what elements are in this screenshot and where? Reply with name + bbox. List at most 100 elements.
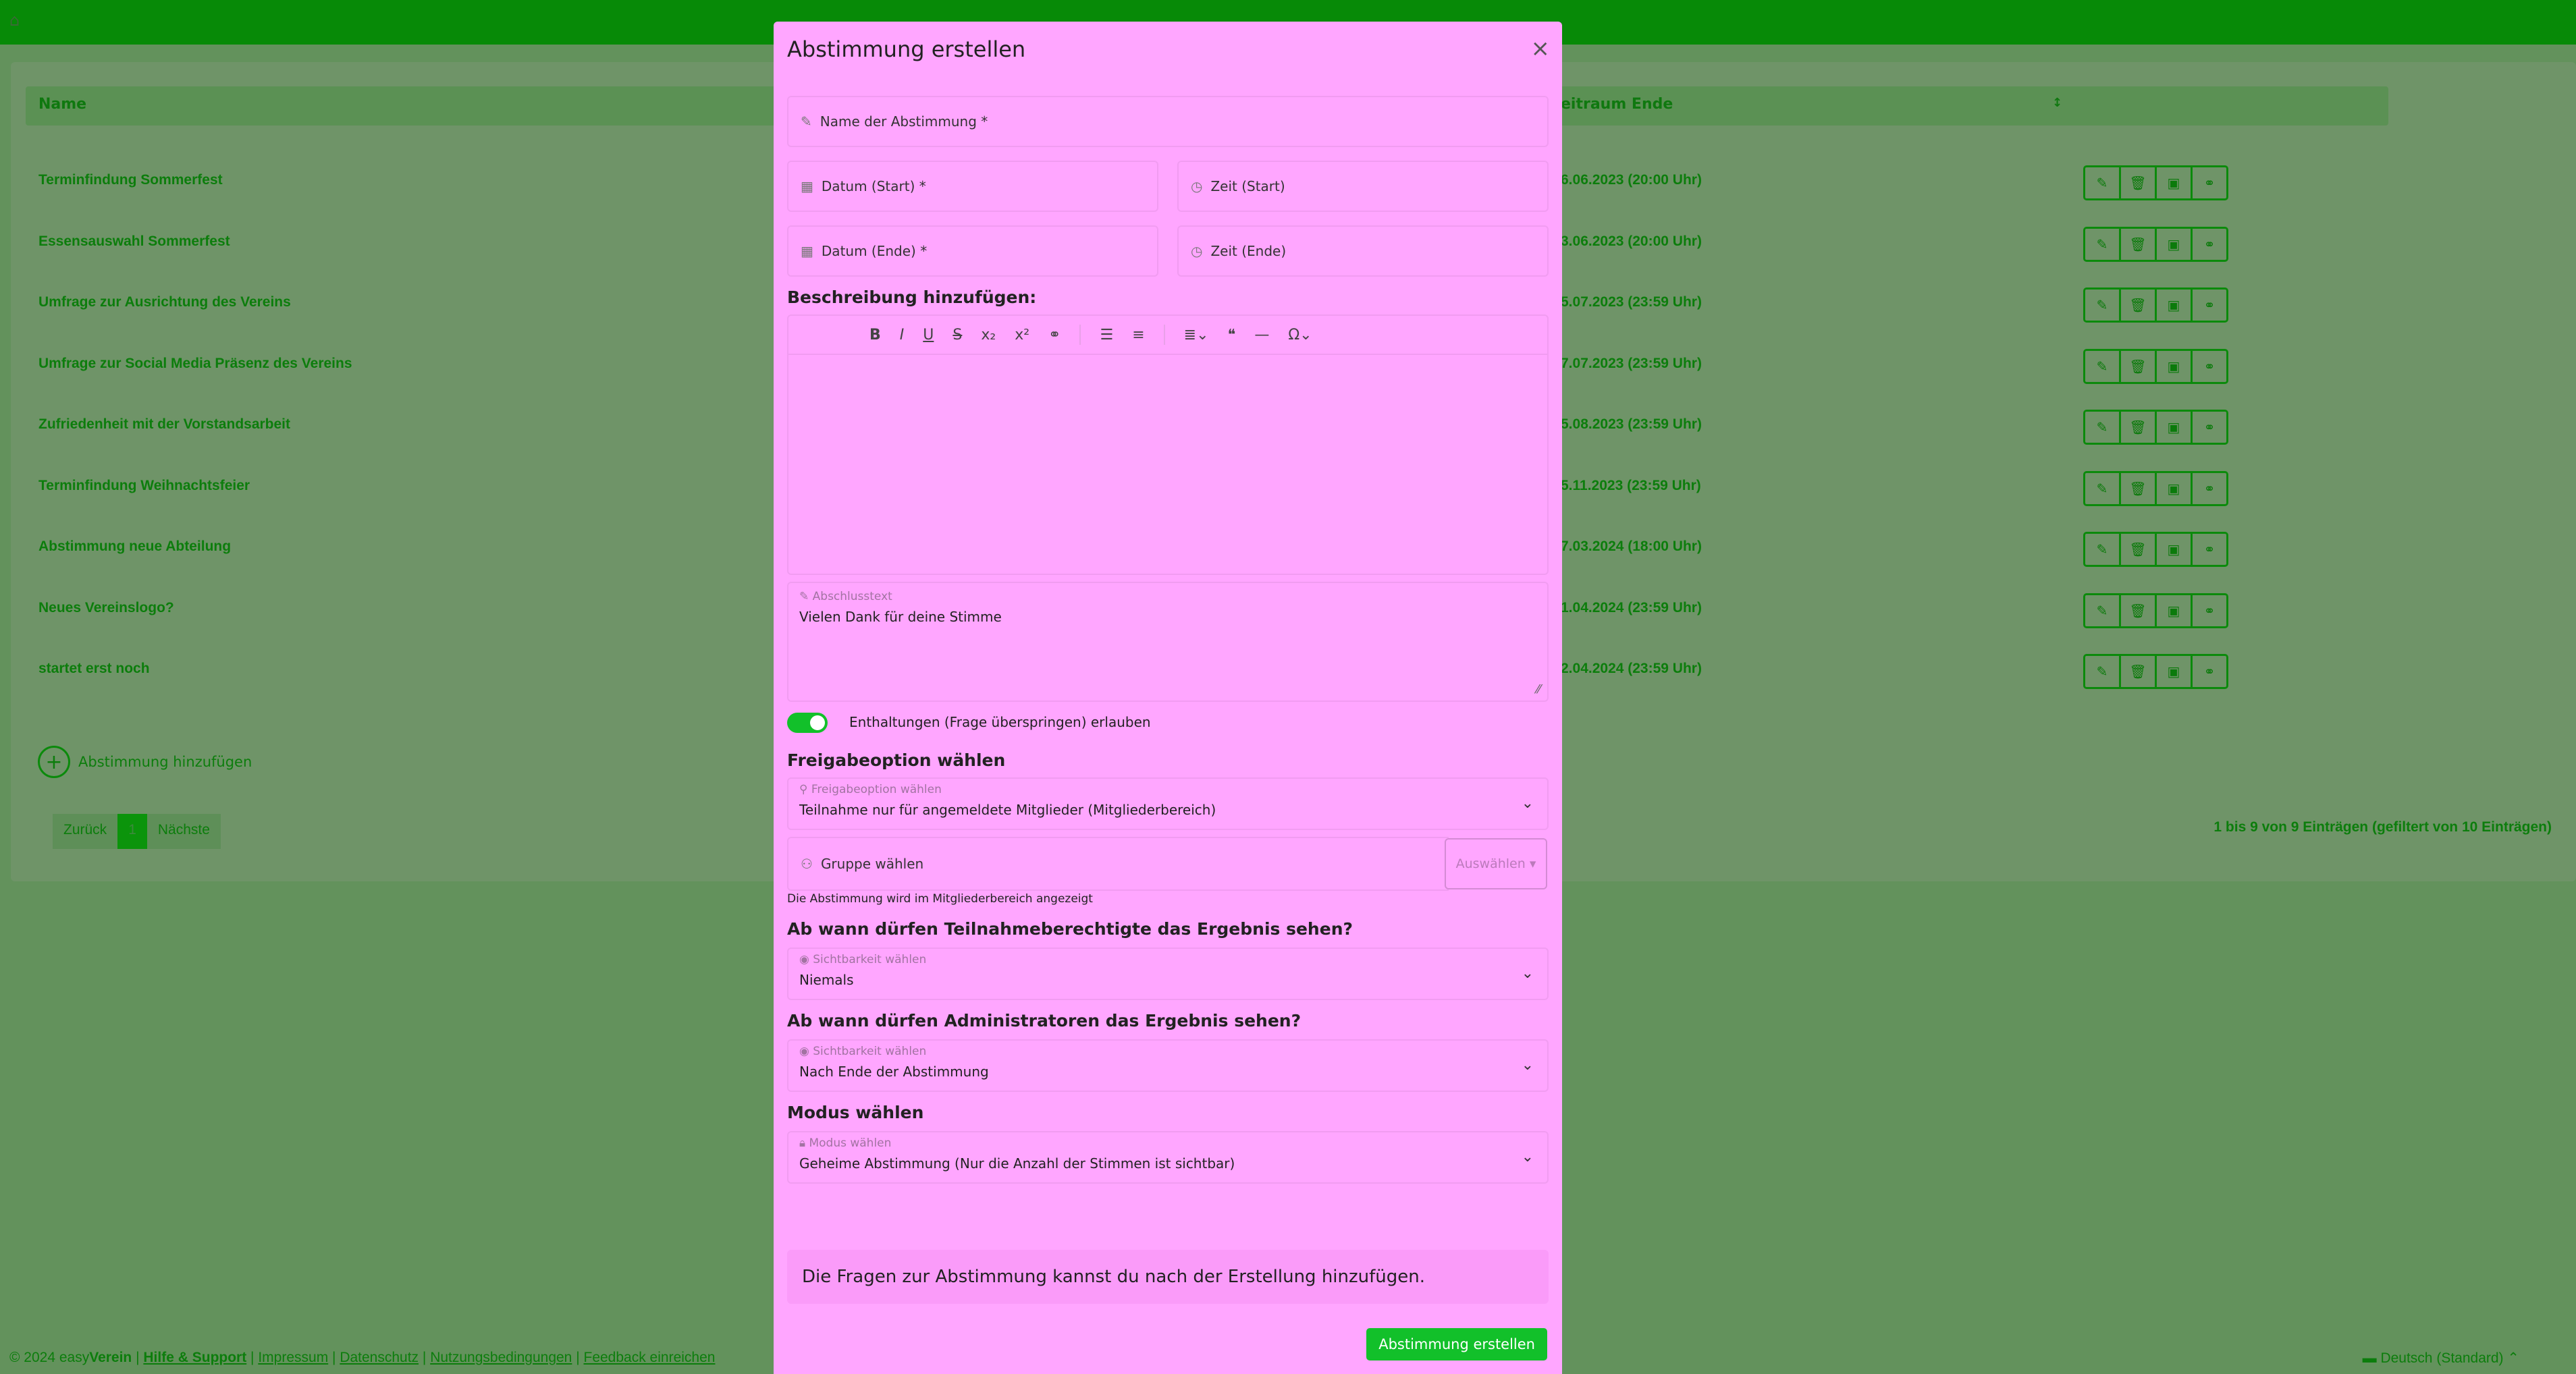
table-row-name[interactable]: Zufriedenheit mit der Vorstandsarbeit <box>38 416 290 433</box>
footer-link-terms[interactable]: Nutzungsbedingungen <box>430 1350 572 1365</box>
participants-visibility-select[interactable]: ◉ Sichtbarkeit wählen Niemals ⌄ <box>787 947 1549 1000</box>
table-row-name[interactable]: startet erst noch <box>38 661 150 677</box>
language-selector[interactable]: ▬ Deutsch (Standard) ⌃ <box>2363 1350 2519 1367</box>
table-row-name[interactable]: Terminfindung Sommerfest <box>38 172 223 188</box>
current-page-button[interactable]: 1 <box>117 814 147 849</box>
rich-text-editor[interactable]: B I U S x₂ x² ⚭ ☰ ≡ ≣⌄ ❝ — Ω⌄ <box>787 314 1549 575</box>
table-row-name[interactable]: Essensauswahl Sommerfest <box>38 233 230 250</box>
chart-icon[interactable]: ▣ <box>2155 470 2193 506</box>
footer-link-impressum[interactable]: Impressum <box>258 1350 328 1365</box>
trash-icon[interactable]: 🗑︎ <box>2119 226 2157 262</box>
closing-text-value: Vielen Dank für deine Stimme <box>799 609 1002 625</box>
link-icon[interactable]: ⚭ <box>2191 287 2228 323</box>
footer-link-feedback[interactable]: Feedback einreichen <box>584 1350 716 1365</box>
trash-icon[interactable]: 🗑︎ <box>2119 654 2157 689</box>
chart-icon[interactable]: ▣ <box>2155 287 2193 323</box>
link-icon[interactable]: ⚭ <box>2191 165 2228 200</box>
link-icon[interactable]: ⚭ <box>2191 532 2228 567</box>
edit-icon[interactable]: ✎ <box>2083 654 2121 689</box>
column-end[interactable]: eitraum Ende <box>1561 96 1673 113</box>
resize-handle-icon[interactable]: ⁄⁄ <box>1536 682 1540 696</box>
link-icon[interactable]: ⚭ <box>1048 327 1061 344</box>
superscript-icon[interactable]: x² <box>1015 327 1029 344</box>
add-vote-button[interactable]: + Abstimmung hinzufügen <box>38 746 252 778</box>
row-actions: ✎ 🗑︎ ▣ ⚭ <box>2083 165 2228 200</box>
next-page-button[interactable]: Nächste <box>146 814 221 849</box>
time-start-input[interactable]: ◷ Zeit (Start) <box>1177 161 1549 212</box>
date-end-input[interactable]: ▦ Datum (Ende) * <box>787 225 1158 277</box>
numbered-list-icon[interactable]: ≡ <box>1132 327 1144 344</box>
link-icon[interactable]: ⚭ <box>2191 654 2228 689</box>
italic-icon[interactable]: I <box>900 327 905 344</box>
edit-icon[interactable]: ✎ <box>2083 410 2121 445</box>
edit-icon[interactable]: ✎ <box>2083 348 2121 384</box>
trash-icon[interactable]: 🗑︎ <box>2119 165 2157 200</box>
chart-icon[interactable]: ▣ <box>2155 226 2193 262</box>
home-icon[interactable]: ⌂ <box>9 11 28 30</box>
link-icon[interactable]: ⚭ <box>2191 348 2228 384</box>
visibility-label-text: Sichtbarkeit wählen <box>813 1045 927 1058</box>
edit-icon[interactable]: ✎ <box>2083 470 2121 506</box>
trash-icon[interactable]: 🗑︎ <box>2119 470 2157 506</box>
group-select[interactable]: ⚇ Gruppe wählen <box>787 837 1449 891</box>
trash-icon[interactable]: 🗑︎ <box>2119 532 2157 567</box>
edit-icon[interactable]: ✎ <box>2083 593 2121 628</box>
horizontal-line-icon[interactable]: — <box>1254 327 1269 344</box>
bold-icon[interactable]: B <box>869 327 881 344</box>
table-row-name[interactable]: Umfrage zur Ausrichtung des Vereins <box>38 294 291 310</box>
strikethrough-icon[interactable]: S <box>952 327 962 344</box>
edit-icon[interactable]: ✎ <box>2083 226 2121 262</box>
row-actions: ✎ 🗑︎ ▣ ⚭ <box>2083 470 2228 506</box>
mode-select[interactable]: 🔒︎ Modus wählen Geheime Abstimmung (Nur … <box>787 1131 1549 1184</box>
admins-visibility-select[interactable]: ◉ Sichtbarkeit wählen Nach Ende der Abst… <box>787 1039 1549 1092</box>
link-icon[interactable]: ⚭ <box>2191 410 2228 445</box>
prev-page-button[interactable]: Zurück <box>53 814 118 849</box>
chart-icon[interactable]: ▣ <box>2155 532 2193 567</box>
table-row-name[interactable]: Abstimmung neue Abteilung <box>38 539 231 555</box>
edit-icon[interactable]: ✎ <box>2083 532 2121 567</box>
plus-icon: + <box>38 746 70 778</box>
special-char-icon[interactable]: Ω⌄ <box>1288 327 1312 344</box>
subscript-icon[interactable]: x₂ <box>981 327 996 344</box>
chevron-down-icon: ⌄ <box>1521 965 1534 982</box>
closing-text-field[interactable]: ✎ Abschlusstext Vielen Dank für deine St… <box>787 582 1549 702</box>
table-row-name[interactable]: Umfrage zur Social Media Präsenz des Ver… <box>38 356 352 372</box>
time-start-placeholder: Zeit (Start) <box>1210 178 1285 194</box>
abstention-toggle[interactable] <box>787 713 828 733</box>
mode-label: 🔒︎ Modus wählen <box>799 1136 892 1150</box>
date-start-input[interactable]: ▦ Datum (Start) * <box>787 161 1158 212</box>
align-icon[interactable]: ≣⌄ <box>1184 327 1209 344</box>
underline-icon[interactable]: U <box>923 327 934 344</box>
sort-icon[interactable]: ↕ <box>2052 96 2062 110</box>
table-row-name[interactable]: Neues Vereinslogo? <box>38 600 174 616</box>
trash-icon[interactable]: 🗑︎ <box>2119 287 2157 323</box>
chart-icon[interactable]: ▣ <box>2155 348 2193 384</box>
link-icon[interactable]: ⚭ <box>2191 470 2228 506</box>
blockquote-icon[interactable]: ❝ <box>1228 327 1236 344</box>
edit-icon[interactable]: ✎ <box>2083 287 2121 323</box>
link-icon[interactable]: ⚭ <box>2191 593 2228 628</box>
vote-name-input[interactable]: ✎ Name der Abstimmung * <box>787 96 1549 147</box>
close-icon[interactable]: × <box>1531 35 1551 62</box>
trash-icon[interactable]: 🗑︎ <box>2119 410 2157 445</box>
chart-icon[interactable]: ▣ <box>2155 654 2193 689</box>
chart-icon[interactable]: ▣ <box>2155 165 2193 200</box>
bullet-list-icon[interactable]: ☰ <box>1100 327 1113 344</box>
release-select[interactable]: ⚲ Freigabeoption wählen Teilnahme nur fü… <box>787 777 1549 830</box>
table-row-end: 5.08.2023 (23:59 Uhr) <box>1561 416 1702 432</box>
time-end-input[interactable]: ◷ Zeit (Ende) <box>1177 225 1549 277</box>
link-icon[interactable]: ⚭ <box>2191 226 2228 262</box>
create-vote-button[interactable]: Abstimmung erstellen <box>1366 1328 1547 1361</box>
trash-icon[interactable]: 🗑︎ <box>2119 348 2157 384</box>
row-actions: ✎ 🗑︎ ▣ ⚭ <box>2083 654 2228 689</box>
column-name[interactable]: Name <box>38 96 86 113</box>
edit-icon[interactable]: ✎ <box>2083 165 2121 200</box>
chart-icon[interactable]: ▣ <box>2155 593 2193 628</box>
trash-icon[interactable]: 🗑︎ <box>2119 593 2157 628</box>
footer: © 2024 easyVerein | Hilfe & Support | Im… <box>9 1350 716 1365</box>
group-select-button[interactable]: Auswählen ▾ <box>1445 838 1547 889</box>
chart-icon[interactable]: ▣ <box>2155 410 2193 445</box>
table-row-name[interactable]: Terminfindung Weihnachtsfeier <box>38 478 250 494</box>
footer-link-datenschutz[interactable]: Datenschutz <box>340 1350 419 1365</box>
footer-link-help[interactable]: Hilfe & Support <box>143 1350 246 1365</box>
